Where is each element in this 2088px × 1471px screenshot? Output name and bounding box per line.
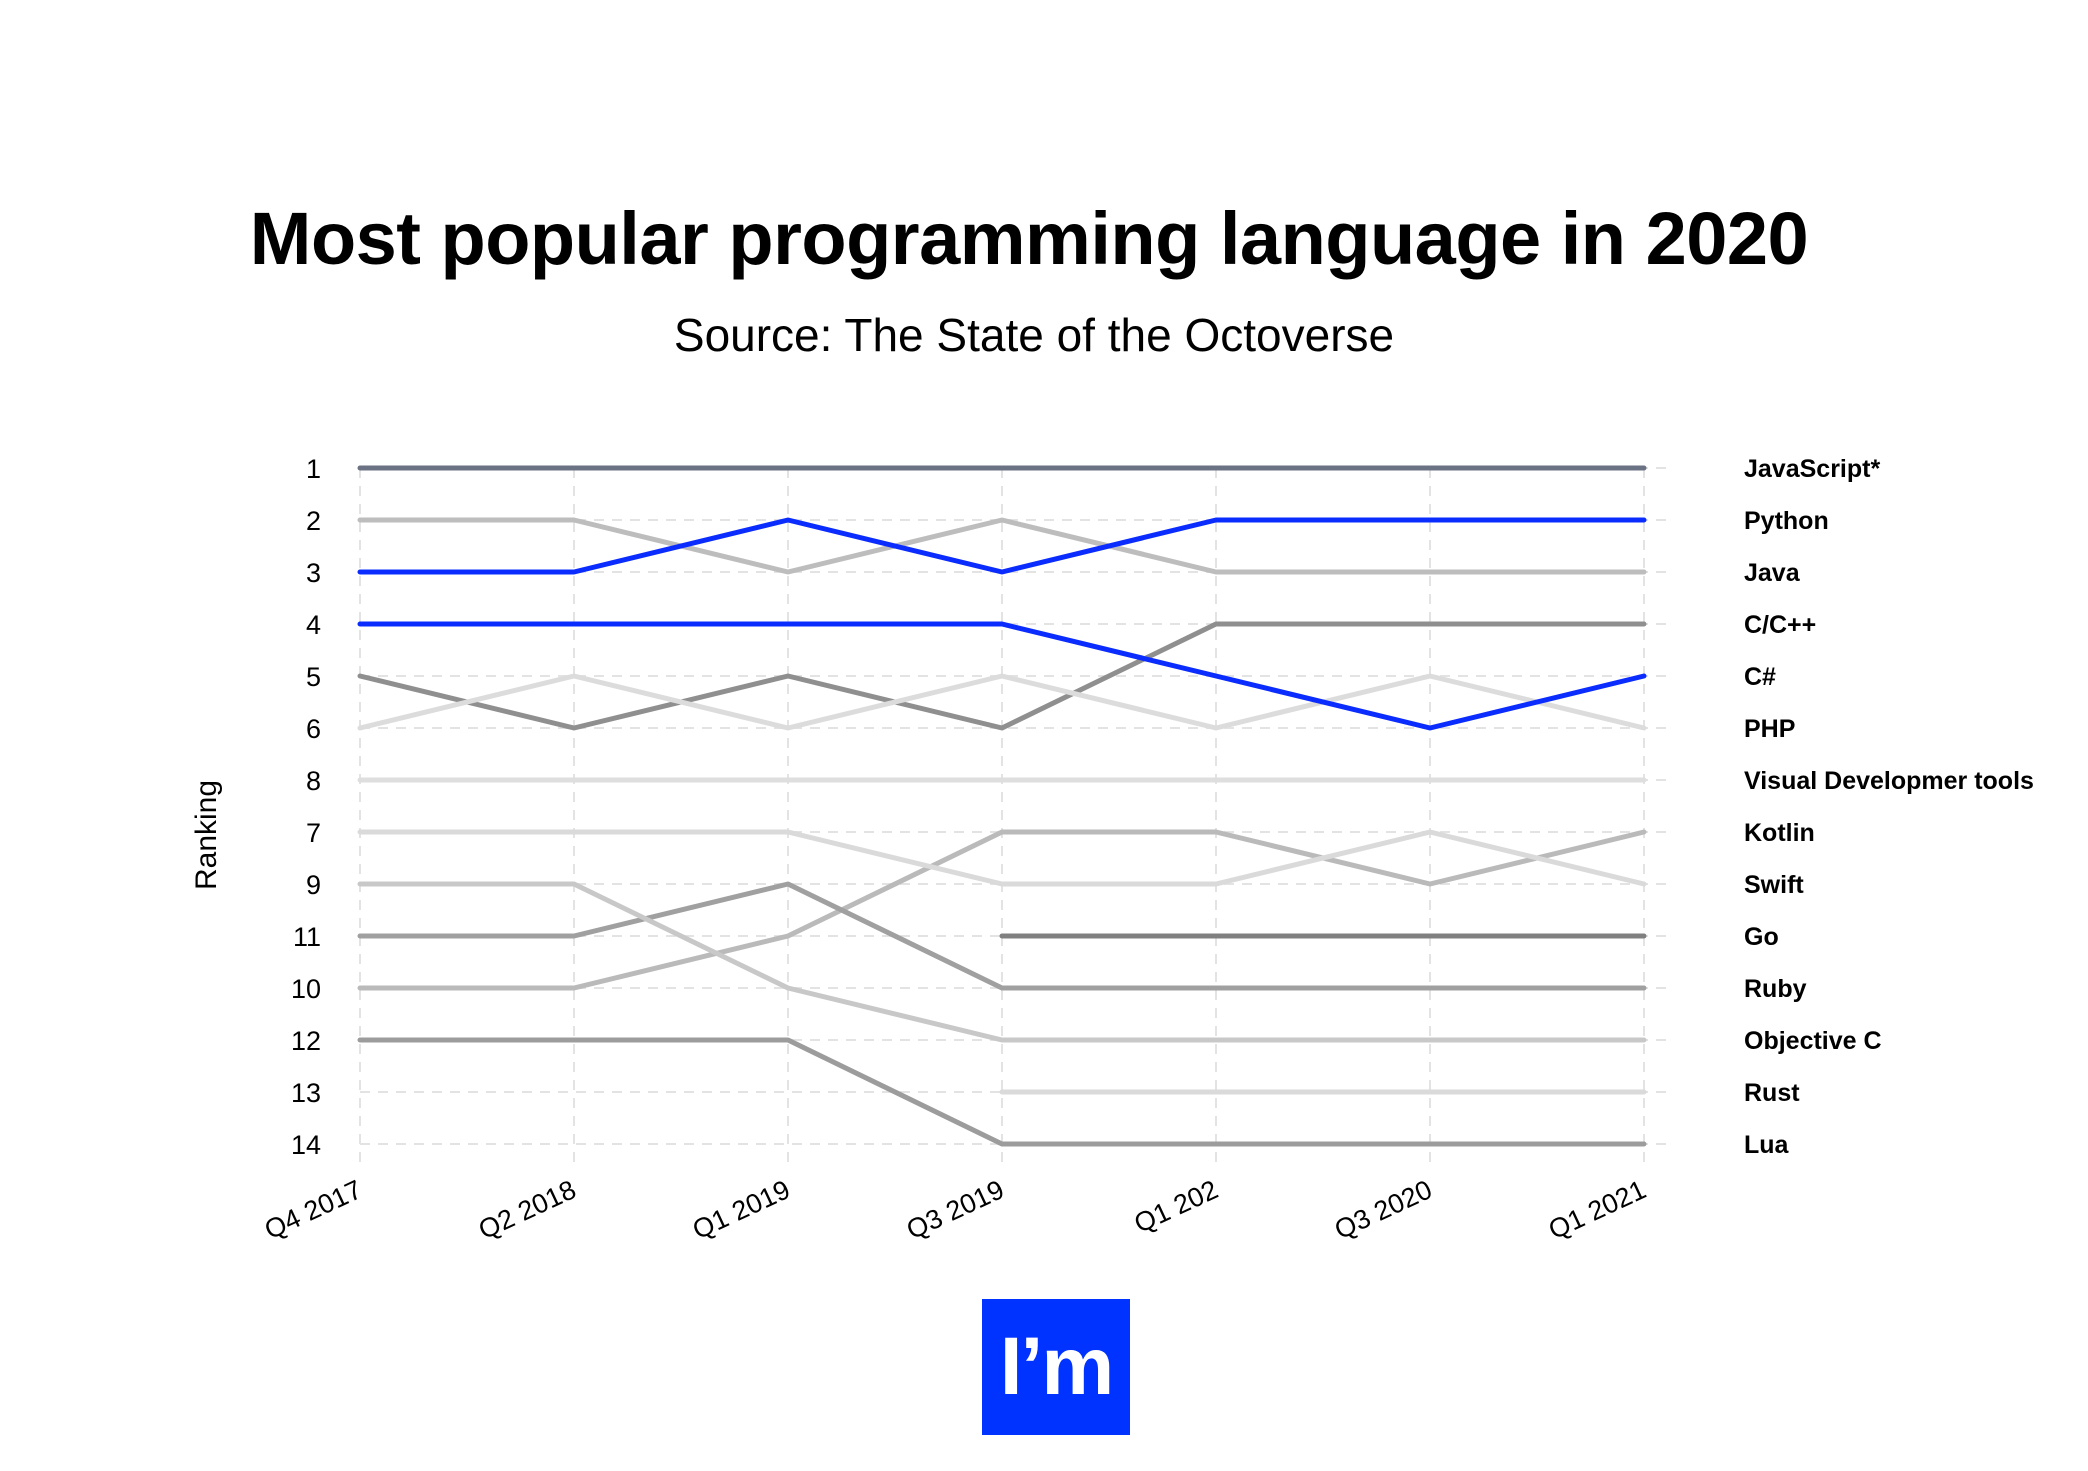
x-tick-label: Q2 2018 — [474, 1174, 581, 1245]
x-tick-label: Q1 2019 — [688, 1174, 795, 1245]
y-tick-label: 7 — [306, 818, 321, 848]
legend-label: Kotlin — [1744, 819, 1815, 847]
legend-label: C/C++ — [1744, 611, 1816, 639]
legend-label: Python — [1744, 507, 1829, 535]
x-tick-label: Q3 2020 — [1330, 1174, 1437, 1245]
y-tick-label: 4 — [306, 610, 321, 640]
legend-label: Objective C — [1744, 1027, 1882, 1055]
legend-label: Rust — [1744, 1079, 1800, 1107]
x-tick-label: Q4 2017 — [260, 1174, 367, 1245]
series-line-swift — [357, 829, 1647, 887]
y-tick-label: 14 — [291, 1130, 321, 1160]
y-tick-label: 12 — [291, 1026, 321, 1056]
legend-label: Ruby — [1744, 975, 1807, 1003]
legend-label: Java — [1744, 559, 1801, 587]
y-tick-label: 6 — [306, 714, 321, 744]
x-tick-label: Q3 2019 — [902, 1174, 1009, 1245]
legend-label: C# — [1744, 663, 1776, 691]
legend-label: Swift — [1744, 871, 1804, 899]
y-tick-label: 1 — [306, 454, 321, 484]
legend-label: Visual Developmer tools — [1744, 767, 2034, 795]
y-tick-label: 9 — [306, 870, 321, 900]
y-axis-label: Ranking — [190, 780, 223, 890]
x-tick-label: Q1 202 — [1130, 1174, 1223, 1239]
y-tick-label: 5 — [306, 662, 321, 692]
x-tick-label: Q1 2021 — [1544, 1174, 1651, 1245]
y-tick-label: 2 — [306, 506, 321, 536]
y-tick-label: 3 — [306, 558, 321, 588]
x-axis-ticks: Q4 2017 Q2 2018 Q1 2019 Q3 2019 Q1 202 Q3 202… — [260, 1174, 1651, 1245]
legend: JavaScript* Python Java C/C++ C# PHP Visual De… — [1744, 455, 2034, 1159]
y-tick-label: 13 — [291, 1078, 321, 1108]
legend-label: Lua — [1744, 1131, 1790, 1159]
y-tick-label: 10 — [291, 974, 321, 1004]
legend-label: Go — [1744, 923, 1779, 951]
y-tick-label: 11 — [293, 922, 321, 952]
series-lines — [357, 465, 1647, 1147]
y-tick-label: 8 — [306, 766, 321, 796]
legend-label: PHP — [1744, 715, 1795, 743]
ranking-line-chart: 1234568791110121314 Q4 2017 Q2 2018 Q1 201… — [190, 454, 2034, 1245]
legend-label: JavaScript* — [1744, 455, 1880, 483]
brand-logo: I’m — [982, 1299, 1130, 1435]
y-axis-ticks: 1234568791110121314 — [291, 454, 321, 1160]
